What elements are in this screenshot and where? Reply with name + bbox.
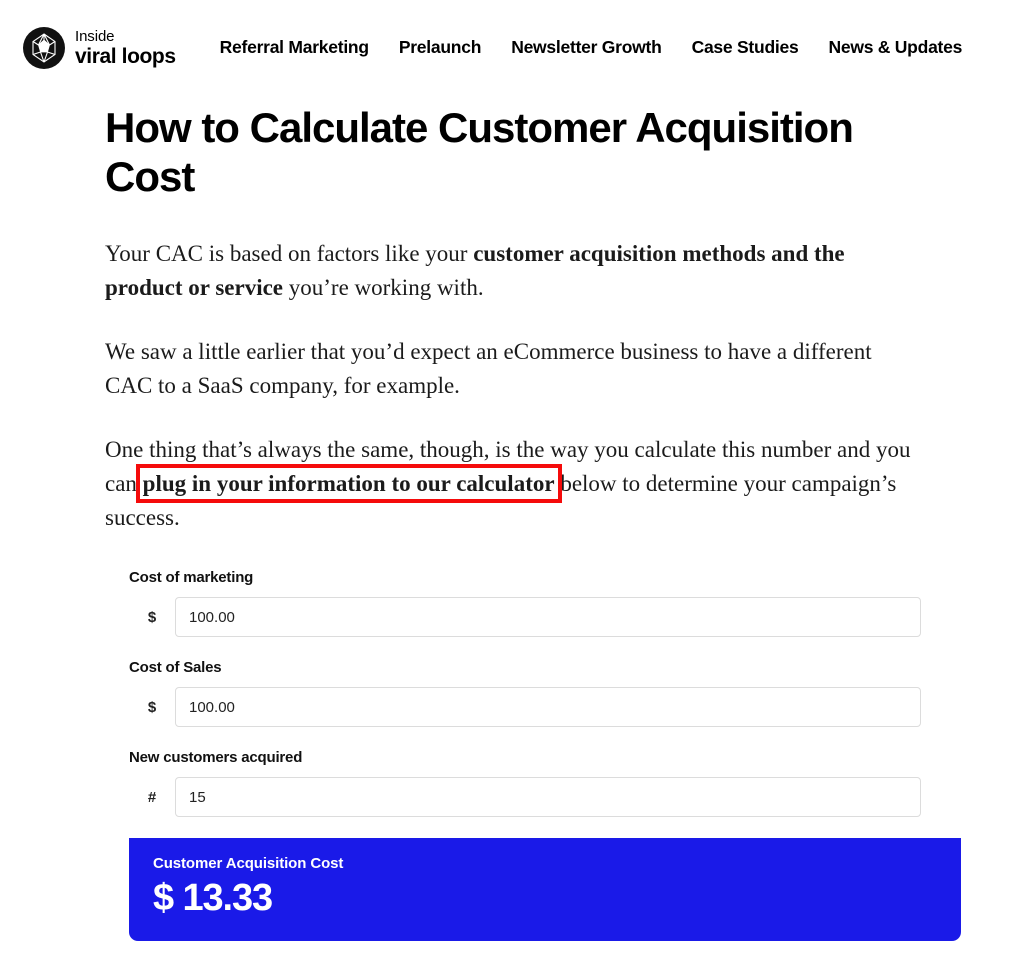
field-row-new-customers-acquired: # bbox=[129, 777, 921, 818]
brand-name-text: viral loops bbox=[75, 44, 176, 68]
article-main: How to Calculate Customer Acquisition Co… bbox=[0, 95, 1024, 942]
primary-navigation: Referral Marketing Prelaunch Newsletter … bbox=[220, 37, 963, 58]
nav-item-case-studies[interactable]: Case Studies bbox=[692, 37, 799, 58]
nav-item-newsletter-growth[interactable]: Newsletter Growth bbox=[511, 37, 662, 58]
field-row-cost-of-sales: $ bbox=[129, 687, 921, 728]
cac-result-panel: Customer Acquisition Cost $ 13.33 bbox=[129, 838, 961, 942]
input-cost-of-sales[interactable] bbox=[175, 687, 921, 728]
brand-logo-link[interactable]: Inside viral loops bbox=[22, 26, 176, 70]
currency-prefix-icon: $ bbox=[147, 698, 157, 716]
nav-item-referral-marketing[interactable]: Referral Marketing bbox=[220, 37, 369, 58]
nav-item-prelaunch[interactable]: Prelaunch bbox=[399, 37, 482, 58]
paragraph-1-text-start: Your CAC is based on factors like your bbox=[105, 241, 474, 267]
cac-calculator: Cost of marketing $ Cost of Sales $ New … bbox=[105, 569, 961, 942]
number-prefix-icon: # bbox=[147, 788, 157, 806]
field-label-new-customers-acquired: New customers acquired bbox=[129, 749, 303, 767]
field-label-cost-of-marketing: Cost of marketing bbox=[129, 569, 254, 587]
field-cost-of-marketing: Cost of marketing $ bbox=[129, 569, 921, 638]
input-new-customers-acquired[interactable] bbox=[175, 777, 921, 818]
currency-prefix-icon: $ bbox=[147, 608, 157, 626]
site-header: Inside viral loops Referral Marketing Pr… bbox=[0, 0, 1024, 95]
field-row-cost-of-marketing: $ bbox=[129, 597, 921, 638]
nav-item-news-updates[interactable]: News & Updates bbox=[828, 37, 962, 58]
field-cost-of-sales: Cost of Sales $ bbox=[129, 659, 921, 728]
paragraph-2: We saw a little earlier that you’d expec… bbox=[105, 339, 872, 399]
field-new-customers-acquired: New customers acquired # bbox=[129, 749, 921, 818]
page-title: How to Calculate Customer Acquisition Co… bbox=[105, 104, 854, 201]
viral-loops-polyhedron-logo-icon bbox=[23, 26, 65, 69]
paragraph-1: Your CAC is based on factors like your c… bbox=[105, 237, 917, 305]
cac-result-label: Customer Acquisition Cost bbox=[153, 855, 344, 873]
field-label-cost-of-sales: Cost of Sales bbox=[129, 659, 222, 677]
input-cost-of-marketing[interactable] bbox=[175, 597, 921, 638]
paragraph-1-text-end: you’re working with. bbox=[283, 275, 484, 301]
red-annotation-highlight: plug in your information to our calculat… bbox=[135, 464, 562, 504]
brand-inside-text: Inside bbox=[75, 27, 115, 45]
brand-wordmark: Inside viral loops bbox=[75, 29, 176, 67]
cac-result-value: $ 13.33 bbox=[153, 877, 273, 920]
paragraph-3: One thing that’s always the same, though… bbox=[105, 433, 917, 535]
